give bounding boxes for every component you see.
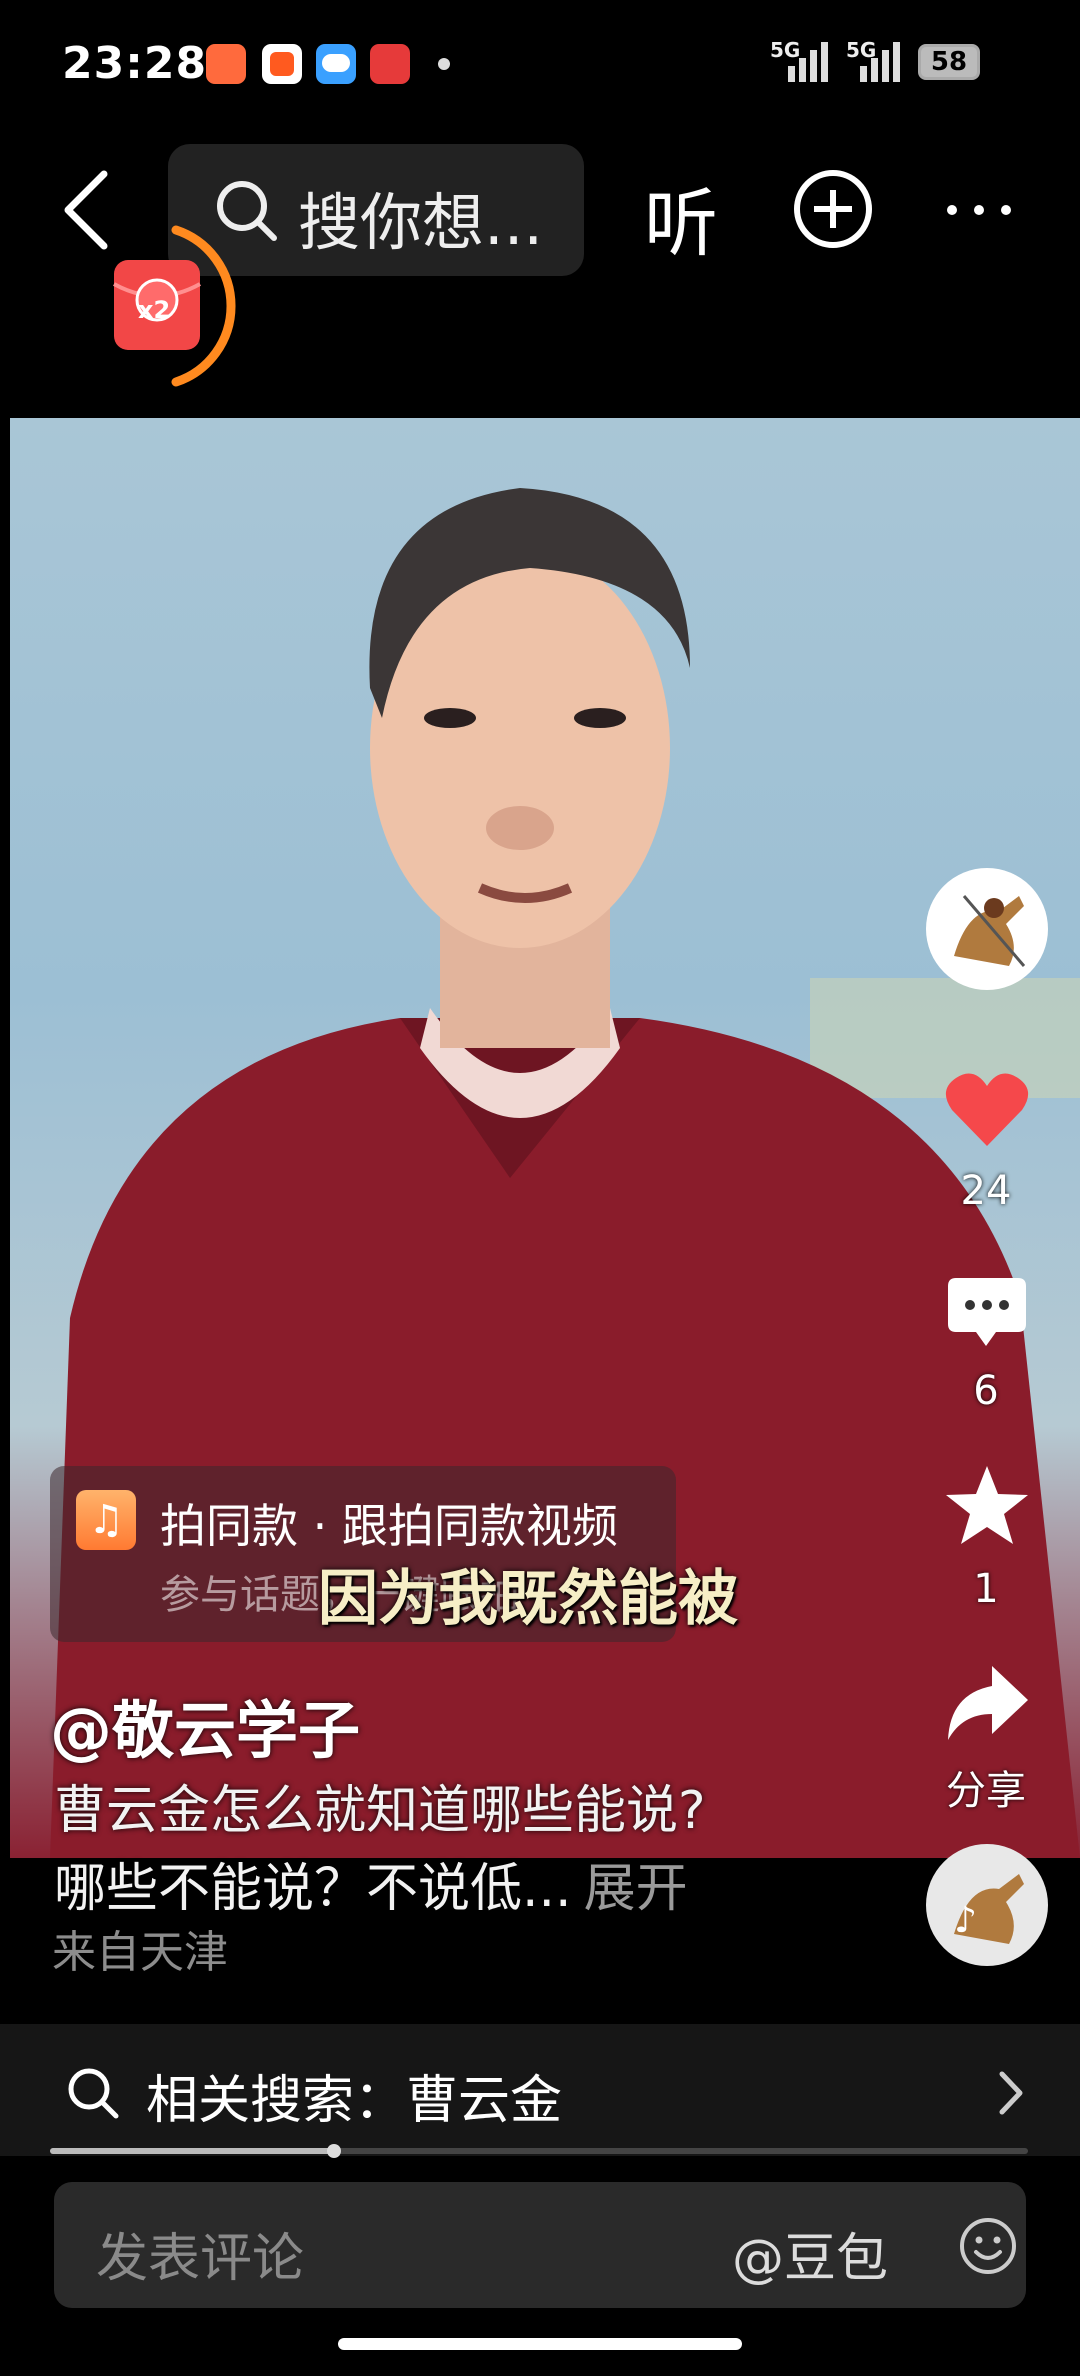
comment-count: 6 (973, 1368, 999, 1414)
mention-doubao-button[interactable]: @豆包 (732, 2216, 888, 2291)
home-indicator[interactable] (338, 2338, 742, 2350)
video-player[interactable] (10, 418, 1080, 1858)
author-name[interactable]: @敬云学子 (50, 1680, 360, 1770)
music-note-icon: ♫ (76, 1490, 136, 1550)
listen-button[interactable]: 听 (644, 164, 718, 271)
share-arrow-icon[interactable] (944, 1664, 1030, 1742)
like-count: 24 (960, 1168, 1012, 1214)
app-icon-4 (370, 44, 410, 84)
video-subtitle: 因为我既然能被 (318, 1564, 738, 1634)
battery-indicator: 58 (918, 44, 980, 80)
music-disc-icon[interactable]: ♪ (924, 1842, 1050, 1968)
chevron-right-icon (999, 2071, 1023, 2115)
share-label: 分享 (946, 1768, 1026, 1814)
status-time: 23:28 (62, 38, 208, 89)
location-label: 来自天津 (52, 1927, 228, 1978)
search-placeholder: 搜你想... (298, 186, 544, 259)
weather-app-icon (316, 44, 356, 84)
template-title: 拍同款 · 跟拍同款视频 (160, 1499, 618, 1553)
svg-text:♪: ♪ (954, 1900, 977, 1941)
more-options-icon[interactable] (944, 200, 1014, 220)
signal-bars-icon (788, 42, 828, 82)
favorite-star-icon[interactable] (944, 1464, 1030, 1546)
red-packet-timer-icon[interactable] (104, 224, 248, 392)
app-icon-1 (206, 44, 246, 84)
description-line-2: 哪些不能说？不说低... 展开 (54, 1846, 688, 1921)
app-icon-2 (262, 44, 302, 84)
expand-link[interactable]: 展开 (584, 1859, 688, 1919)
signal-bars-2-icon (860, 42, 900, 82)
author-avatar[interactable] (924, 866, 1050, 992)
add-circle-icon[interactable] (792, 168, 874, 250)
emoji-icon[interactable] (958, 2216, 1018, 2276)
comment-icon[interactable] (946, 1276, 1028, 1350)
red-packet-multiplier: x2 (138, 296, 171, 324)
related-search-icon (68, 2068, 119, 2119)
description-line-1: 曹云金怎么就知道哪些能说? (54, 1781, 706, 1841)
description-line-2-text: 哪些不能说？不说低... (54, 1859, 572, 1919)
notification-dot-icon (438, 58, 450, 70)
like-heart-icon[interactable] (944, 1070, 1030, 1150)
video-progress-knob[interactable] (326, 2144, 341, 2158)
favorite-count: 1 (973, 1566, 999, 1612)
video-progress-fill (50, 2148, 334, 2154)
related-search-text: 相关搜索：曹云金 (146, 2071, 563, 2131)
comment-placeholder: 发表评论 (96, 2229, 305, 2289)
video-frame (50, 488, 1080, 1858)
